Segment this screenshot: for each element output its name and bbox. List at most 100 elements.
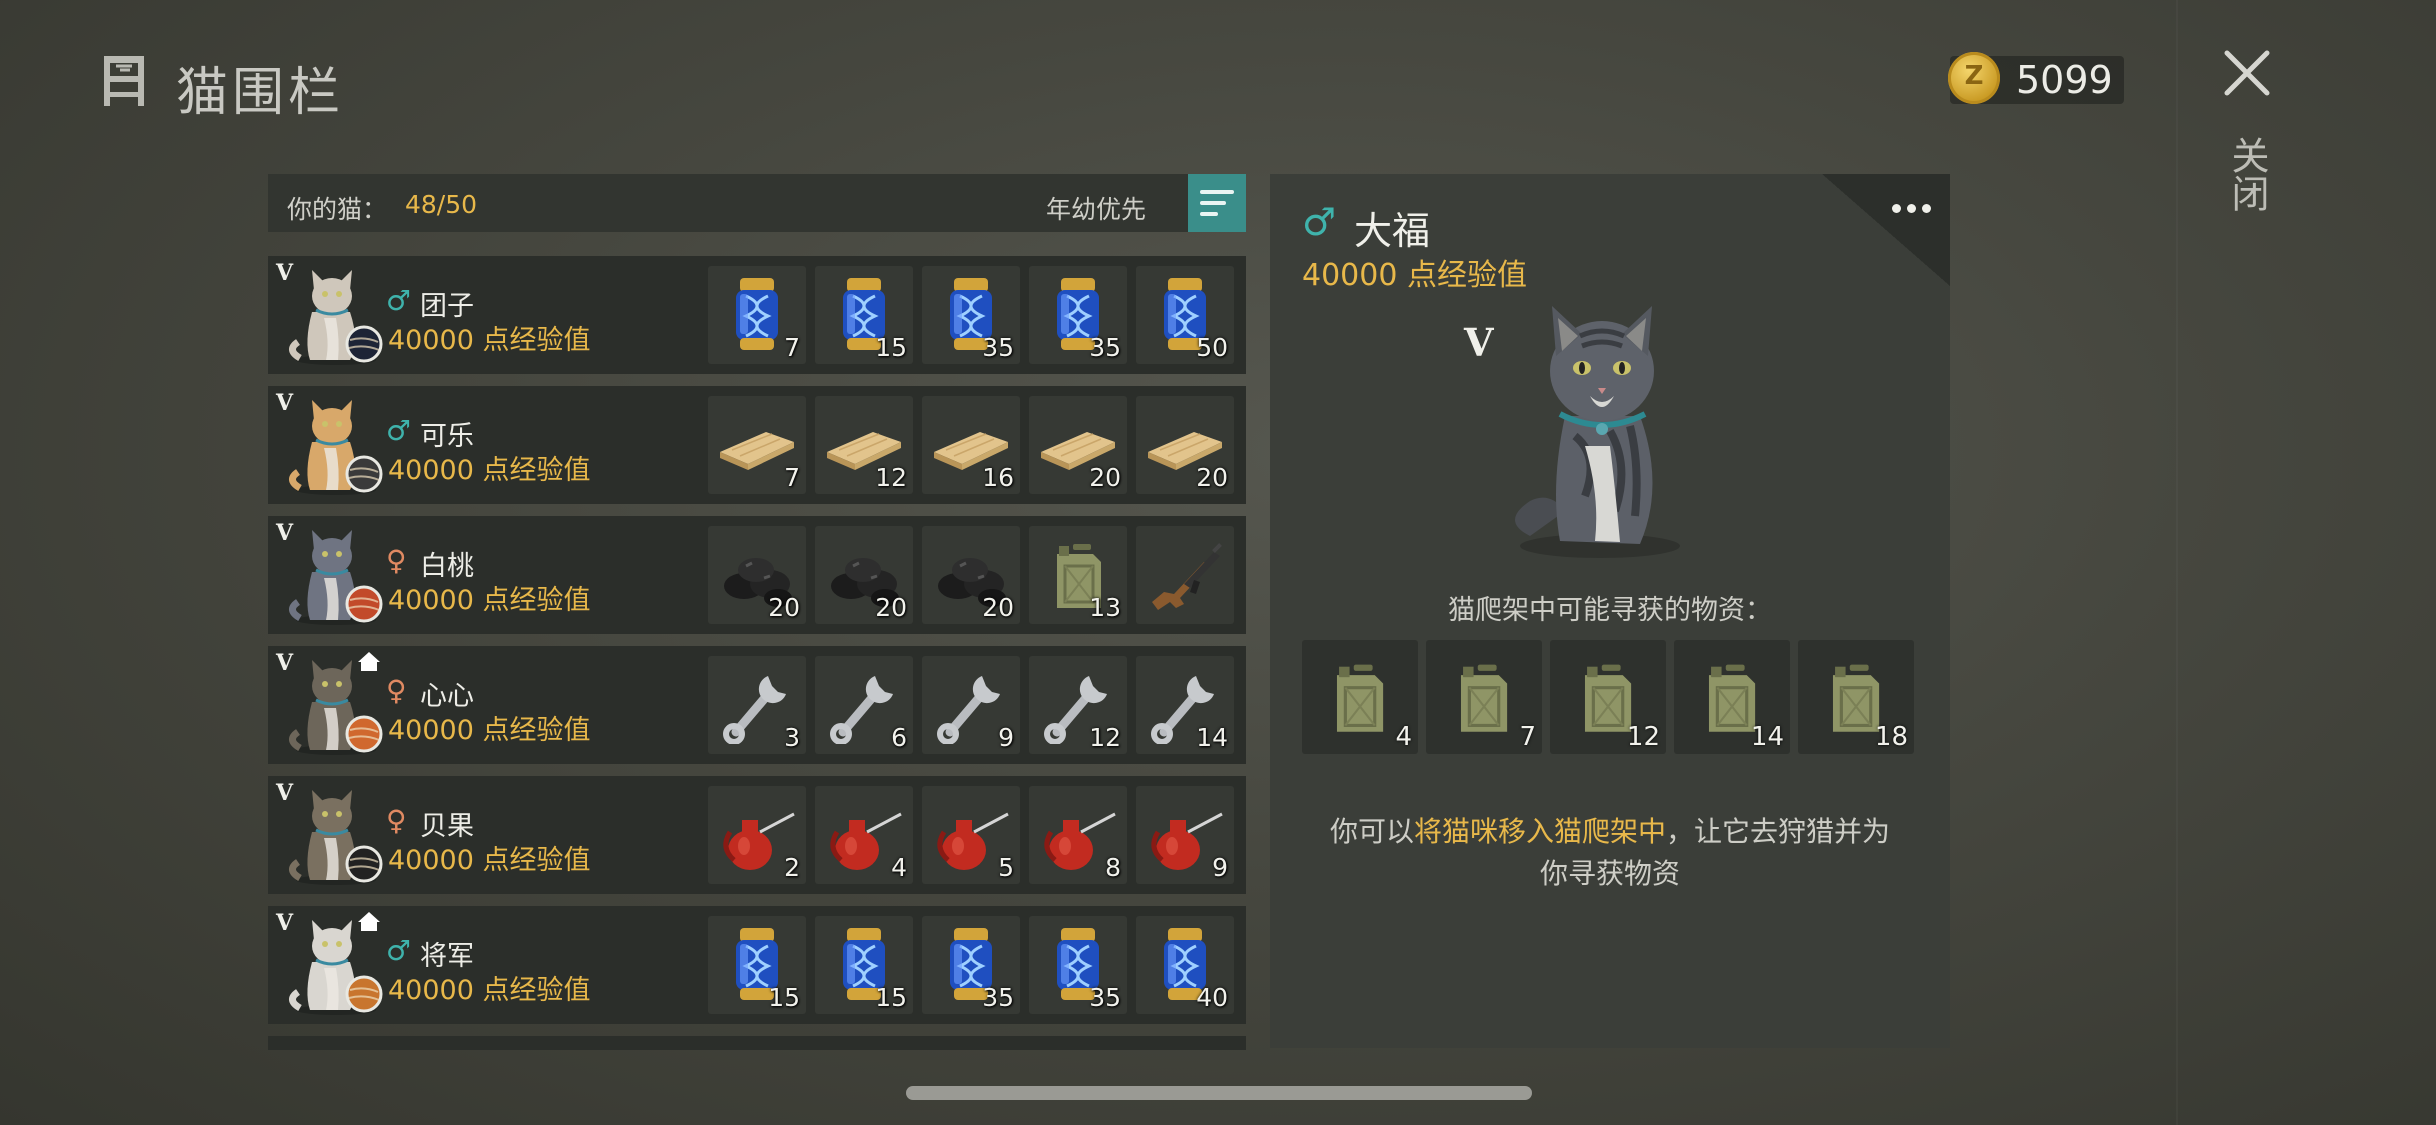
- loot-quantity: 14: [1750, 722, 1784, 752]
- item-slot[interactable]: 12: [815, 396, 913, 494]
- item-quantity: 3: [784, 723, 800, 752]
- close-icon[interactable]: [2222, 48, 2272, 98]
- item-slot[interactable]: 9: [922, 656, 1020, 754]
- item-slot[interactable]: 13: [1029, 526, 1127, 624]
- item-slot[interactable]: 40: [1136, 916, 1234, 1014]
- item-slot[interactable]: 35: [922, 266, 1020, 364]
- item-slot[interactable]: 7: [708, 266, 806, 364]
- item-slot[interactable]: 15: [708, 916, 806, 1014]
- male-icon: ♂: [386, 414, 412, 447]
- item-quantity: 35: [1089, 333, 1121, 362]
- item-quantity: 7: [784, 463, 800, 492]
- hint-text-line2: 你寻获物资: [1539, 857, 1680, 890]
- home-indicator[interactable]: [906, 1086, 1532, 1100]
- item-slot[interactable]: 8: [1029, 786, 1127, 884]
- more-dot-icon: [1922, 204, 1931, 213]
- close-button-label[interactable]: 关闭: [2225, 136, 2269, 220]
- loot-slot[interactable]: 14: [1674, 640, 1790, 754]
- item-quantity: 20: [875, 593, 907, 622]
- item-slot[interactable]: 35: [1029, 266, 1127, 364]
- item-slot[interactable]: 7: [708, 396, 806, 494]
- item-slot[interactable]: [1136, 526, 1234, 624]
- sort-icon: [1200, 190, 1234, 194]
- page-title: 猫围栏: [176, 63, 345, 123]
- loot-slot[interactable]: 18: [1798, 640, 1914, 754]
- sort-button[interactable]: [1188, 174, 1246, 232]
- cat-exp: 40000 点经验值: [388, 585, 591, 616]
- more-options-button[interactable]: [1886, 196, 1936, 224]
- item-slot[interactable]: 50: [1136, 266, 1234, 364]
- item-slot[interactable]: 20: [922, 526, 1020, 624]
- item-quantity: 15: [875, 333, 907, 362]
- cat-row-partial[interactable]: [268, 1036, 1246, 1050]
- cat-avatar: [286, 262, 386, 366]
- loot-quantity: 4: [1395, 722, 1412, 752]
- cat-row[interactable]: V ♂ 可乐 40000 点经验值 7 12 16 20 20: [268, 386, 1246, 504]
- item-slot[interactable]: 12: [1029, 656, 1127, 754]
- coin-count: 5099: [2016, 58, 2113, 102]
- more-dot-icon: [1892, 204, 1901, 213]
- item-quantity: 15: [875, 983, 907, 1012]
- male-icon: ♂: [386, 284, 412, 317]
- jerrycan-icon: [1460, 664, 1508, 732]
- item-quantity: 9: [1212, 853, 1228, 882]
- item-quantity: 40: [1196, 983, 1228, 1012]
- close-label-text: 关闭: [2225, 136, 2269, 212]
- item-slot[interactable]: 15: [815, 266, 913, 364]
- cat-count-value: 48/50: [405, 190, 478, 219]
- hint-prefix: 你可以: [1329, 815, 1414, 848]
- male-icon: ♂: [1302, 200, 1337, 244]
- home-icon: [358, 912, 380, 931]
- rifle-icon: [1152, 543, 1222, 610]
- item-slot[interactable]: 15: [815, 916, 913, 1014]
- item-quantity: 20: [768, 593, 800, 622]
- male-icon: ♂: [386, 934, 412, 967]
- item-quantity: 4: [891, 853, 907, 882]
- loot-slot[interactable]: 4: [1302, 640, 1418, 754]
- sort-icon: [1200, 201, 1226, 205]
- coin-icon: Z: [1948, 52, 2000, 104]
- loot-quantity: 12: [1626, 722, 1660, 752]
- item-slot[interactable]: 4: [815, 786, 913, 884]
- item-slot[interactable]: 35: [1029, 916, 1127, 1014]
- item-slot[interactable]: 20: [1136, 396, 1234, 494]
- sort-label[interactable]: 年幼优先: [1046, 190, 1146, 226]
- cat-exp: 40000 点经验值: [1302, 258, 1527, 293]
- item-slot[interactable]: 20: [1029, 396, 1127, 494]
- cat-list[interactable]: V ♂ 团子 40000 点经验值 7 15 35 35 50 V ♂ 可乐 40000 点经验值 7 12…: [268, 256, 1246, 1050]
- cat-avatar: [286, 522, 386, 626]
- item-slot[interactable]: 9: [1136, 786, 1234, 884]
- item-quantity: 35: [982, 333, 1014, 362]
- cat-row[interactable]: V ♀ 心心 40000 点经验值 3 6 9 12 14: [268, 646, 1246, 764]
- item-slot[interactable]: 35: [922, 916, 1020, 1014]
- item-slot[interactable]: 2: [708, 786, 806, 884]
- cat-row[interactable]: V ♀ 贝果 40000 点经验值 2 4 5 8 9: [268, 776, 1246, 894]
- item-slot[interactable]: 3: [708, 656, 806, 754]
- fence-icon: [104, 56, 144, 106]
- item-quantity: 2: [784, 853, 800, 882]
- item-slot[interactable]: 20: [708, 526, 806, 624]
- item-slot[interactable]: 20: [815, 526, 913, 624]
- cat-name: 大福: [1354, 209, 1431, 253]
- item-quantity: 8: [1105, 853, 1121, 882]
- hint-suffix: ，让它去狩猎并为: [1666, 815, 1891, 848]
- cat-exp: 40000 点经验值: [388, 455, 591, 486]
- loot-slot[interactable]: 12: [1550, 640, 1666, 754]
- item-slot[interactable]: 5: [922, 786, 1020, 884]
- female-icon: ♀: [386, 544, 407, 577]
- hint-highlight: 将猫咪移入猫爬架中: [1413, 815, 1666, 848]
- cat-portrait: [1515, 306, 1680, 558]
- cat-avatar: [286, 392, 386, 496]
- item-quantity: 20: [1196, 463, 1228, 492]
- item-slot[interactable]: 16: [922, 396, 1020, 494]
- cat-row[interactable]: V ♀ 白桃 40000 点经验值 20 20 20 13: [268, 516, 1246, 634]
- item-quantity: 15: [768, 983, 800, 1012]
- item-quantity: 35: [1089, 983, 1121, 1012]
- cat-avatar: [286, 782, 386, 886]
- cat-row[interactable]: V ♂ 将军 40000 点经验值 15 15 35 35 40: [268, 906, 1246, 1024]
- item-slot[interactable]: 14: [1136, 656, 1234, 754]
- item-slot[interactable]: 6: [815, 656, 913, 754]
- loot-slot[interactable]: 7: [1426, 640, 1542, 754]
- cat-row[interactable]: V ♂ 团子 40000 点经验值 7 15 35 35 50: [268, 256, 1246, 374]
- item-quantity: 14: [1196, 723, 1228, 752]
